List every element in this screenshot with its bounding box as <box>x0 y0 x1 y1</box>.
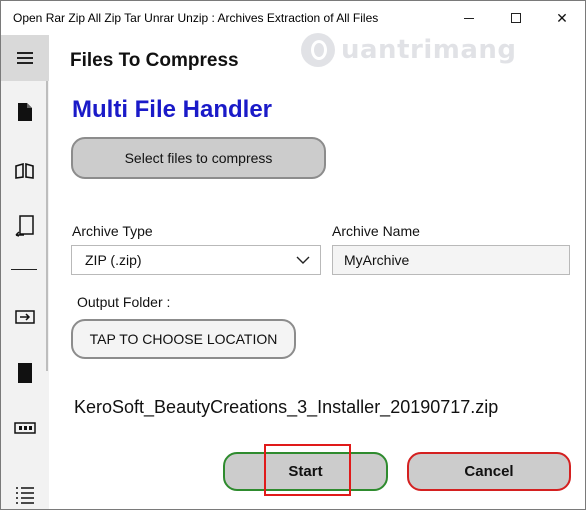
sidebar-divider <box>11 269 37 270</box>
open-book-icon[interactable] <box>1 151 49 191</box>
archive-type-select[interactable]: ZIP (.zip) <box>71 245 321 275</box>
extract-document-icon[interactable] <box>1 206 49 246</box>
title-bar: Open Rar Zip All Zip Tar Unrar Unzip : A… <box>1 1 585 35</box>
selected-filename: KeroSoft_BeautyCreations_3_Installer_201… <box>74 397 499 417</box>
window-title: Open Rar Zip All Zip Tar Unrar Unzip : A… <box>13 11 379 25</box>
tape-archive-icon[interactable] <box>1 408 49 448</box>
sidebar <box>1 35 49 509</box>
section-title: Multi File Handler <box>72 96 273 123</box>
maximize-button[interactable] <box>493 1 539 35</box>
watermark-text: uantrimang <box>341 35 517 65</box>
minimize-icon <box>464 17 474 19</box>
archive-type-value: ZIP (.zip) <box>85 252 142 268</box>
cancel-button[interactable]: Cancel <box>407 452 571 491</box>
archive-name-input[interactable] <box>332 245 570 275</box>
archive-type-label: Archive Type <box>72 223 153 239</box>
archive-box-icon[interactable] <box>1 297 49 337</box>
list-icon[interactable] <box>1 475 49 509</box>
chevron-down-icon <box>296 256 310 264</box>
minimize-button[interactable] <box>446 1 492 35</box>
watermark-q-icon <box>301 33 335 67</box>
output-folder-label: Output Folder : <box>77 294 171 310</box>
maximize-icon <box>511 13 521 23</box>
sidebar-scrollbar[interactable] <box>46 81 48 371</box>
archive-name-label: Archive Name <box>332 223 420 239</box>
start-button[interactable]: Start <box>223 452 388 491</box>
close-button[interactable]: ✕ <box>539 1 585 35</box>
hamburger-menu-icon[interactable] <box>1 35 49 81</box>
app-window: Open Rar Zip All Zip Tar Unrar Unzip : A… <box>0 0 586 510</box>
select-files-button[interactable]: Select files to compress <box>71 137 326 179</box>
page-title: Files To Compress <box>70 50 239 71</box>
sd-card-icon[interactable] <box>1 353 49 393</box>
choose-location-button[interactable]: TAP TO CHOOSE LOCATION <box>71 319 296 359</box>
close-icon: ✕ <box>556 9 568 26</box>
document-icon[interactable] <box>1 92 49 132</box>
